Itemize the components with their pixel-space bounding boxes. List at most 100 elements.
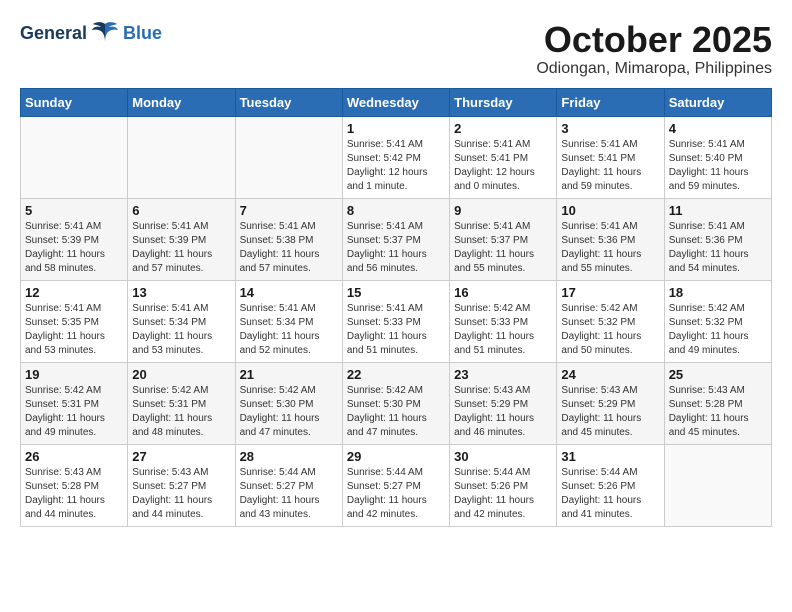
day-info: Sunrise: 5:41 AM Sunset: 5:39 PM Dayligh… [132, 220, 230, 276]
day-number: 10 [561, 203, 659, 218]
calendar-cell: 1Sunrise: 5:41 AM Sunset: 5:42 PM Daylig… [342, 116, 449, 198]
day-number: 7 [240, 203, 338, 218]
logo-general: General [20, 23, 87, 44]
calendar-cell: 12 Sunrise: 5:41 AM Sunset: 5:35 PM Dayli… [21, 280, 128, 362]
day-info: Sunrise: 5:41 AM Sunset: 5:39 PM Dayligh… [25, 220, 123, 276]
header-wednesday: Wednesday [342, 88, 449, 116]
day-number: 2 [454, 121, 552, 136]
day-number: 16 [454, 285, 552, 300]
calendar-cell: 30 Sunrise: 5:44 AM Sunset: 5:26 PM Dayli… [450, 444, 557, 526]
day-info: Sunrise: 5:43 AM Sunset: 5:28 PM Dayligh… [25, 466, 123, 522]
calendar-body: 1Sunrise: 5:41 AM Sunset: 5:42 PM Daylig… [21, 116, 772, 526]
calendar-cell: 27 Sunrise: 5:43 AM Sunset: 5:27 PM Dayli… [128, 444, 235, 526]
day-info: Sunrise: 5:41 AM Sunset: 5:35 PM Dayligh… [25, 302, 123, 358]
calendar-cell: 24 Sunrise: 5:43 AM Sunset: 5:29 PM Dayli… [557, 362, 664, 444]
day-number: 12 [25, 285, 123, 300]
day-number: 24 [561, 367, 659, 382]
calendar-cell: 28Sunrise: 5:44 AM Sunset: 5:27 PM Dayli… [235, 444, 342, 526]
calendar-cell [664, 444, 771, 526]
day-info: Sunrise: 5:41 AM Sunset: 5:33 PM Dayligh… [347, 302, 445, 358]
day-number: 28 [240, 449, 338, 464]
day-info: Sunrise: 5:41 AM Sunset: 5:38 PM Dayligh… [240, 220, 338, 276]
day-number: 8 [347, 203, 445, 218]
header-saturday: Saturday [664, 88, 771, 116]
logo-bird-icon [91, 20, 119, 47]
day-number: 27 [132, 449, 230, 464]
day-info: Sunrise: 5:42 AM Sunset: 5:30 PM Dayligh… [240, 384, 338, 440]
calendar-header-row: SundayMondayTuesdayWednesdayThursdayFrid… [21, 88, 772, 116]
header-friday: Friday [557, 88, 664, 116]
day-info: Sunrise: 5:41 AM Sunset: 5:36 PM Dayligh… [561, 220, 659, 276]
calendar-week-1: 1Sunrise: 5:41 AM Sunset: 5:42 PM Daylig… [21, 116, 772, 198]
calendar-cell [21, 116, 128, 198]
day-number: 31 [561, 449, 659, 464]
day-info: Sunrise: 5:41 AM Sunset: 5:40 PM Dayligh… [669, 138, 767, 194]
day-number: 5 [25, 203, 123, 218]
calendar-cell: 2 Sunrise: 5:41 AM Sunset: 5:41 PM Daylig… [450, 116, 557, 198]
calendar-week-3: 12 Sunrise: 5:41 AM Sunset: 5:35 PM Dayli… [21, 280, 772, 362]
day-number: 15 [347, 285, 445, 300]
calendar-cell: 4 Sunrise: 5:41 AM Sunset: 5:40 PM Daylig… [664, 116, 771, 198]
day-number: 13 [132, 285, 230, 300]
title-block: October 2025 Odiongan, Mimaropa, Philipp… [536, 20, 772, 78]
day-number: 22 [347, 367, 445, 382]
calendar-cell: 26 Sunrise: 5:43 AM Sunset: 5:28 PM Dayli… [21, 444, 128, 526]
calendar-cell: 15 Sunrise: 5:41 AM Sunset: 5:33 PM Dayli… [342, 280, 449, 362]
day-info: Sunrise: 5:41 AM Sunset: 5:41 PM Dayligh… [561, 138, 659, 194]
day-info: Sunrise: 5:44 AM Sunset: 5:27 PM Dayligh… [347, 466, 445, 522]
day-info: Sunrise: 5:41 AM Sunset: 5:37 PM Dayligh… [454, 220, 552, 276]
calendar-cell: 3 Sunrise: 5:41 AM Sunset: 5:41 PM Daylig… [557, 116, 664, 198]
day-info: Sunrise: 5:42 AM Sunset: 5:31 PM Dayligh… [132, 384, 230, 440]
day-number: 30 [454, 449, 552, 464]
day-number: 26 [25, 449, 123, 464]
day-number: 14 [240, 285, 338, 300]
day-info: Sunrise: 5:41 AM Sunset: 5:34 PM Dayligh… [132, 302, 230, 358]
location-subtitle: Odiongan, Mimaropa, Philippines [536, 60, 772, 78]
calendar-cell: 21 Sunrise: 5:42 AM Sunset: 5:30 PM Dayli… [235, 362, 342, 444]
day-info: Sunrise: 5:44 AM Sunset: 5:26 PM Dayligh… [561, 466, 659, 522]
day-info: Sunrise: 5:41 AM Sunset: 5:34 PM Dayligh… [240, 302, 338, 358]
calendar-cell [235, 116, 342, 198]
day-info: Sunrise: 5:43 AM Sunset: 5:28 PM Dayligh… [669, 384, 767, 440]
calendar-cell: 19 Sunrise: 5:42 AM Sunset: 5:31 PM Dayli… [21, 362, 128, 444]
calendar-cell: 5 Sunrise: 5:41 AM Sunset: 5:39 PM Daylig… [21, 198, 128, 280]
day-number: 4 [669, 121, 767, 136]
day-number: 21 [240, 367, 338, 382]
day-info: Sunrise: 5:43 AM Sunset: 5:27 PM Dayligh… [132, 466, 230, 522]
day-number: 6 [132, 203, 230, 218]
day-info: Sunrise: 5:42 AM Sunset: 5:31 PM Dayligh… [25, 384, 123, 440]
calendar-cell: 31 Sunrise: 5:44 AM Sunset: 5:26 PM Dayli… [557, 444, 664, 526]
day-info: Sunrise: 5:43 AM Sunset: 5:29 PM Dayligh… [561, 384, 659, 440]
calendar-cell: 17 Sunrise: 5:42 AM Sunset: 5:32 PM Dayli… [557, 280, 664, 362]
header-sunday: Sunday [21, 88, 128, 116]
day-number: 25 [669, 367, 767, 382]
day-number: 11 [669, 203, 767, 218]
calendar-cell: 7 Sunrise: 5:41 AM Sunset: 5:38 PM Daylig… [235, 198, 342, 280]
day-number: 17 [561, 285, 659, 300]
header-thursday: Thursday [450, 88, 557, 116]
day-info: Sunrise: 5:41 AM Sunset: 5:41 PM Dayligh… [454, 138, 552, 194]
header-tuesday: Tuesday [235, 88, 342, 116]
calendar-cell: 14 Sunrise: 5:41 AM Sunset: 5:34 PM Dayli… [235, 280, 342, 362]
day-info: Sunrise: 5:41 AM Sunset: 5:36 PM Dayligh… [669, 220, 767, 276]
day-number: 20 [132, 367, 230, 382]
day-info: Sunrise: 5:42 AM Sunset: 5:33 PM Dayligh… [454, 302, 552, 358]
logo-blue: Blue [123, 23, 162, 44]
day-number: 19 [25, 367, 123, 382]
day-number: 9 [454, 203, 552, 218]
calendar-cell: 6 Sunrise: 5:41 AM Sunset: 5:39 PM Daylig… [128, 198, 235, 280]
day-info: Sunrise: 5:44 AM Sunset: 5:26 PM Dayligh… [454, 466, 552, 522]
calendar-cell: 10 Sunrise: 5:41 AM Sunset: 5:36 PM Dayli… [557, 198, 664, 280]
logo: General Blue [20, 20, 162, 47]
day-number: 3 [561, 121, 659, 136]
calendar-cell: 20 Sunrise: 5:42 AM Sunset: 5:31 PM Dayli… [128, 362, 235, 444]
calendar-week-2: 5 Sunrise: 5:41 AM Sunset: 5:39 PM Daylig… [21, 198, 772, 280]
calendar-cell: 16 Sunrise: 5:42 AM Sunset: 5:33 PM Dayli… [450, 280, 557, 362]
calendar-cell: 18Sunrise: 5:42 AM Sunset: 5:32 PM Dayli… [664, 280, 771, 362]
day-number: 23 [454, 367, 552, 382]
calendar-cell: 25 Sunrise: 5:43 AM Sunset: 5:28 PM Dayli… [664, 362, 771, 444]
day-info: Sunrise: 5:42 AM Sunset: 5:32 PM Dayligh… [561, 302, 659, 358]
day-info: Sunrise: 5:42 AM Sunset: 5:32 PM Dayligh… [669, 302, 767, 358]
calendar-cell: 11 Sunrise: 5:41 AM Sunset: 5:36 PM Dayli… [664, 198, 771, 280]
calendar-week-5: 26 Sunrise: 5:43 AM Sunset: 5:28 PM Dayli… [21, 444, 772, 526]
